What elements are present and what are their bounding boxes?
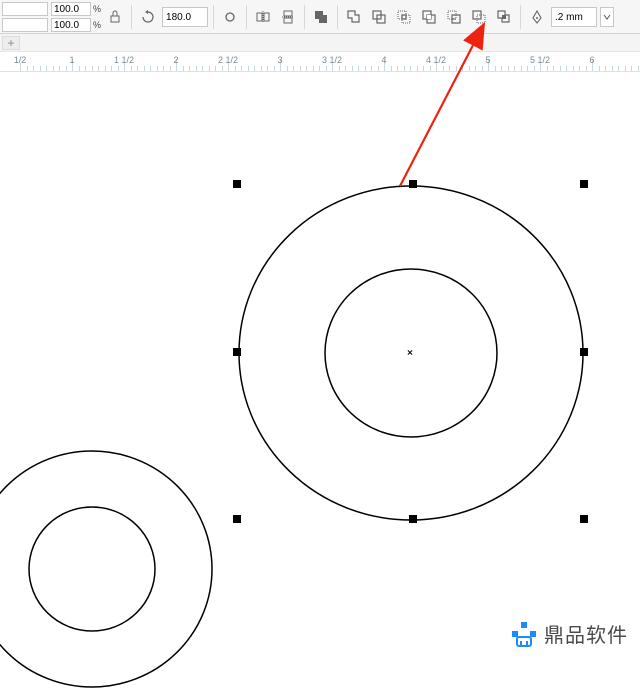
tab-bar: + <box>0 34 640 52</box>
front-minus-back-button[interactable] <box>443 6 465 28</box>
watermark: 鼎品软件 <box>510 619 628 648</box>
selection-handle[interactable] <box>233 180 241 188</box>
ruler-label: 4 1/2 <box>426 55 446 65</box>
intersect-button[interactable] <box>393 6 415 28</box>
toolbar-separator <box>520 5 521 29</box>
main-toolbar: 100.0 % 100.0 % 180.0 <box>0 0 640 34</box>
toolbar-separator <box>213 5 214 29</box>
toolbar-separator <box>337 5 338 29</box>
pos-y-input[interactable] <box>2 18 48 32</box>
selection-handle[interactable] <box>233 348 241 356</box>
ruler-label: 3 1/2 <box>322 55 342 65</box>
ruler-label: 5 <box>485 55 490 65</box>
scale-y-input[interactable]: 100.0 <box>51 18 91 32</box>
ruler-label: 2 1/2 <box>218 55 238 65</box>
toolbar-separator <box>304 5 305 29</box>
pen-outline-icon[interactable] <box>526 6 548 28</box>
selection-handle[interactable] <box>409 180 417 188</box>
ruler-label: 1 1/2 <box>114 55 134 65</box>
outline-width-input[interactable]: .2 mm <box>551 7 597 27</box>
pos-x-input[interactable] <box>2 2 48 16</box>
percent-label: % <box>93 4 101 14</box>
lock-aspect-button[interactable] <box>104 6 126 28</box>
ruler-label: 4 <box>381 55 386 65</box>
boundary-button[interactable] <box>493 6 515 28</box>
mirror-circle-button[interactable] <box>219 6 241 28</box>
scale-x-input[interactable]: 100.0 <box>51 2 91 16</box>
mirror-v-button[interactable] <box>277 6 299 28</box>
selection-center-mark <box>407 350 413 356</box>
selection-handle[interactable] <box>580 515 588 523</box>
trim-button[interactable] <box>368 6 390 28</box>
simplify-button[interactable] <box>418 6 440 28</box>
new-tab-button[interactable]: + <box>2 36 20 50</box>
canvas-area[interactable] <box>0 72 640 660</box>
selection-handle[interactable] <box>233 515 241 523</box>
pos-field-stack <box>2 2 48 32</box>
ruler-label: 6 <box>589 55 594 65</box>
watermark-text: 鼎品软件 <box>544 619 628 648</box>
ruler-label: 2 <box>173 55 178 65</box>
back-minus-front-button[interactable] <box>468 6 490 28</box>
selection-handle[interactable] <box>580 348 588 356</box>
ruler-label: 1 <box>69 55 74 65</box>
weld-button[interactable] <box>343 6 365 28</box>
rotation-input[interactable]: 180.0 <box>162 7 208 27</box>
selection-handle[interactable] <box>580 180 588 188</box>
selection-handle[interactable] <box>409 515 417 523</box>
ruler-label: 3 <box>277 55 282 65</box>
mirror-h-button[interactable] <box>252 6 274 28</box>
rotate-ccw-button[interactable] <box>137 6 159 28</box>
ruler-label: 5 1/2 <box>530 55 550 65</box>
scale-stack: 100.0 % 100.0 % <box>51 2 101 32</box>
watermark-logo-icon <box>510 620 538 648</box>
toolbar-separator <box>131 5 132 29</box>
toolbar-separator <box>246 5 247 29</box>
small-donut-shape[interactable] <box>0 447 215 692</box>
outline-width-dropdown[interactable] <box>600 7 614 27</box>
combine-button[interactable] <box>310 6 332 28</box>
ruler-label: 1/2 <box>14 55 27 65</box>
horizontal-ruler: 1/2 1 1 1/2 2 2 1/2 3 3 1/2 4 4 1/2 5 5 1/2 6 <box>0 52 640 72</box>
percent-label: % <box>93 20 101 30</box>
